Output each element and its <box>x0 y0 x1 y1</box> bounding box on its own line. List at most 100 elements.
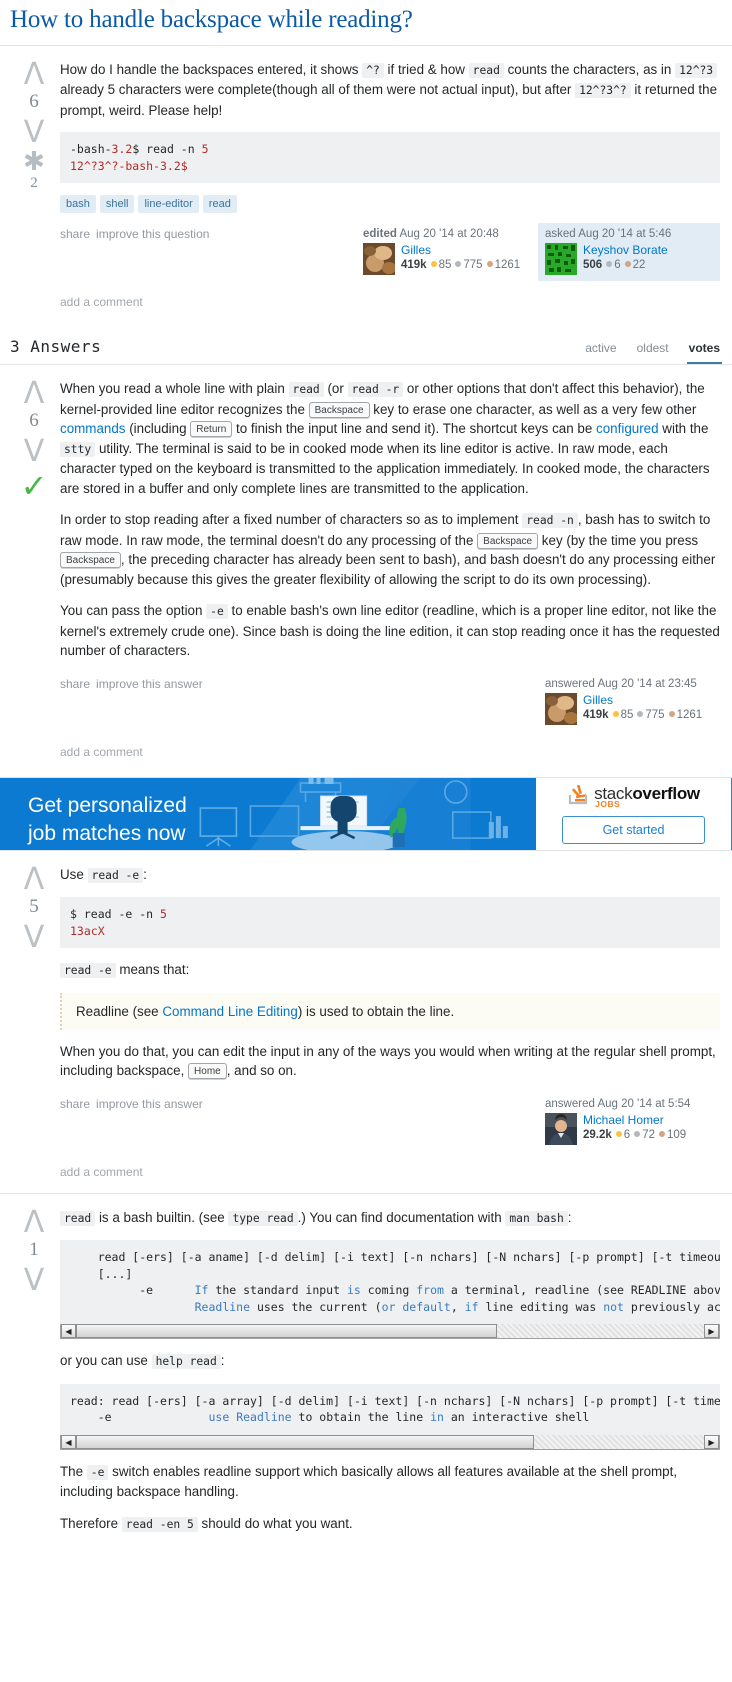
answer3-paragraph-1: read is a bash builtin. (see type read.)… <box>60 1208 720 1229</box>
question-vote-count: 6 <box>29 90 39 112</box>
answer1-author-name[interactable]: Gilles <box>583 693 702 707</box>
asked-timestamp: asked Aug 20 '14 at 5:46 <box>545 228 713 240</box>
q-text-2: if tried & how <box>383 61 469 77</box>
upvote-icon[interactable]: Λ <box>8 59 60 89</box>
editor-silver-count: 775 <box>463 259 483 272</box>
get-started-button[interactable]: Get started <box>561 816 706 845</box>
avatar-gilles[interactable] <box>363 243 395 276</box>
answer2-author-name[interactable]: Michael Homer <box>583 1113 686 1127</box>
upvote-icon[interactable]: Λ <box>8 379 60 409</box>
tab-oldest[interactable]: oldest <box>635 341 671 364</box>
answer1-vote-cell: Λ 6 V ✓ <box>8 379 60 773</box>
upvote-icon[interactable]: Λ <box>8 1207 60 1237</box>
job-ad-banner[interactable]: Get personalized job matches now stackov… <box>0 776 732 851</box>
answer1-author-card[interactable]: answered Aug 20 '14 at 23:45 Gilles 419k… <box>538 673 720 731</box>
stack-overflow-icon <box>569 784 588 805</box>
link-command-line-editing[interactable]: Command Line Editing <box>162 1004 297 1019</box>
answer2-vote-cell: Λ 5 V <box>8 864 60 1193</box>
answers-count: 3 Answers <box>10 337 102 357</box>
answer1-add-comment[interactable]: add a comment <box>60 737 720 773</box>
tag-bash[interactable]: bash <box>60 195 96 214</box>
question-body: How do I handle the backspaces entered, … <box>60 60 724 324</box>
favorite-star-icon[interactable]: ✱ <box>8 148 60 174</box>
editor-name[interactable]: Gilles <box>401 243 520 257</box>
asker-name[interactable]: Keyshov Borate <box>583 243 668 257</box>
gold-badge-icon <box>612 710 619 717</box>
scroll-right-icon[interactable]: ▶ <box>704 1434 719 1449</box>
share-link[interactable]: share <box>60 1097 90 1111</box>
scroll-thumb[interactable] <box>76 1434 535 1449</box>
downvote-icon[interactable]: V <box>8 1265 60 1295</box>
link-configured[interactable]: configured <box>596 421 659 436</box>
answered-timestamp: answered Aug 20 '14 at 23:45 <box>545 678 713 690</box>
a3-code-type-read: type read <box>228 1210 298 1226</box>
answered-timestamp: answered Aug 20 '14 at 5:54 <box>545 1098 713 1110</box>
silver-badge-icon <box>606 261 613 268</box>
accepted-answer-icon[interactable]: ✓ <box>8 470 60 502</box>
a2-code-output: 13acX <box>70 923 105 938</box>
improve-answer-link[interactable]: improve this answer <box>96 1097 203 1111</box>
avatar-gilles[interactable] <box>545 692 577 725</box>
improve-answer-link[interactable]: improve this answer <box>96 677 203 691</box>
a1-p2-t1: In order to stop reading after a fixed n… <box>60 512 523 528</box>
downvote-icon[interactable]: V <box>8 922 60 952</box>
answer2-author-card[interactable]: answered Aug 20 '14 at 5:54 Michael Home… <box>538 1093 720 1151</box>
a2-silver-count: 72 <box>642 1128 655 1141</box>
answer1-body: When you read a whole line with plain re… <box>60 379 724 773</box>
avatar-keyshov-borate[interactable] <box>545 243 577 276</box>
a3-c1-l4-kw5: not <box>603 1299 624 1314</box>
a3-c2-l2-kw: use <box>208 1410 230 1425</box>
link-commands[interactable]: commands <box>60 421 126 436</box>
edited-timestamp: edited Aug 20 '14 at 20:48 <box>363 228 531 240</box>
answer-1: Λ 6 V ✓ When you read a whole line with … <box>0 365 732 773</box>
a1-code-dash-e: -e <box>206 604 228 620</box>
scroll-left-icon[interactable]: ◀ <box>61 1324 76 1339</box>
a3-c1-l3-kw2: is <box>346 1283 361 1298</box>
upvote-icon[interactable]: Λ <box>8 864 60 894</box>
logo-overflow-text: overflow <box>632 784 700 804</box>
avatar-michael-homer[interactable] <box>545 1112 577 1145</box>
a3-c1-l4-pre <box>70 1300 195 1314</box>
tag-read[interactable]: read <box>202 195 237 214</box>
answer3-body: read is a bash builtin. (see type read.)… <box>60 1208 724 1547</box>
answer-sort-tabs: active oldest votes <box>583 341 722 365</box>
a3-c2-l2-kw2: Readline <box>236 1410 292 1425</box>
code-prompt-pre: -bash- <box>70 142 112 157</box>
tab-active[interactable]: active <box>583 341 618 364</box>
a2-code-prompt: $ read -e -n <box>70 907 161 922</box>
editor-bronze-count: 1261 <box>494 259 521 272</box>
page-title[interactable]: How to handle backspace while reading? <box>10 6 722 35</box>
answer1-vote-count: 6 <box>29 410 39 432</box>
scroll-track[interactable] <box>76 1324 704 1339</box>
downvote-icon[interactable]: V <box>8 437 60 467</box>
question-paragraph: How do I handle the backspaces entered, … <box>60 60 720 121</box>
a3-p4-t2: should do what you want. <box>197 1515 353 1531</box>
answers-header: 3 Answers active oldest votes <box>0 323 732 366</box>
question-add-comment[interactable]: add a comment <box>60 287 720 323</box>
a3-code-read: read <box>60 1210 96 1226</box>
editor-card[interactable]: edited Aug 20 '14 at 20:48 Gilles 419k 8… <box>356 223 538 281</box>
answer2-add-comment[interactable]: add a comment <box>60 1157 720 1193</box>
scroll-track[interactable] <box>76 1434 704 1449</box>
asker-card[interactable]: asked Aug 20 '14 at 5:46 Keyshov Borate … <box>538 223 720 282</box>
tag-shell[interactable]: shell <box>99 195 135 214</box>
answer1-user-cards: answered Aug 20 '14 at 23:45 Gilles 419k… <box>538 673 720 731</box>
tab-votes[interactable]: votes <box>686 341 722 365</box>
tag-line-editor[interactable]: line-editor <box>138 195 199 214</box>
scroll-thumb[interactable] <box>76 1324 497 1339</box>
answer1-paragraph-2: In order to stop reading after a fixed n… <box>60 510 720 589</box>
question-page: How to handle backspace while reading? Λ… <box>0 0 732 1546</box>
answered-label: answered <box>545 677 595 690</box>
downvote-icon[interactable]: V <box>8 117 60 147</box>
a3-p2-t2: : <box>220 1353 225 1369</box>
scroll-right-icon[interactable]: ▶ <box>704 1324 719 1339</box>
answer2-actions: share improve this answer <box>60 1093 538 1111</box>
improve-question-link[interactable]: improve this question <box>96 227 209 241</box>
a3-code-help-read: help read <box>151 1354 221 1370</box>
share-link[interactable]: share <box>60 677 90 691</box>
scroll-left-icon[interactable]: ◀ <box>61 1434 76 1449</box>
ad-headline-line1: Get personalized <box>28 793 187 817</box>
answer3-code2-horizontal-scrollbar[interactable]: ◀ ▶ <box>60 1434 720 1450</box>
answer3-code1-horizontal-scrollbar[interactable]: ◀ ▶ <box>60 1324 720 1340</box>
share-link[interactable]: share <box>60 227 90 241</box>
